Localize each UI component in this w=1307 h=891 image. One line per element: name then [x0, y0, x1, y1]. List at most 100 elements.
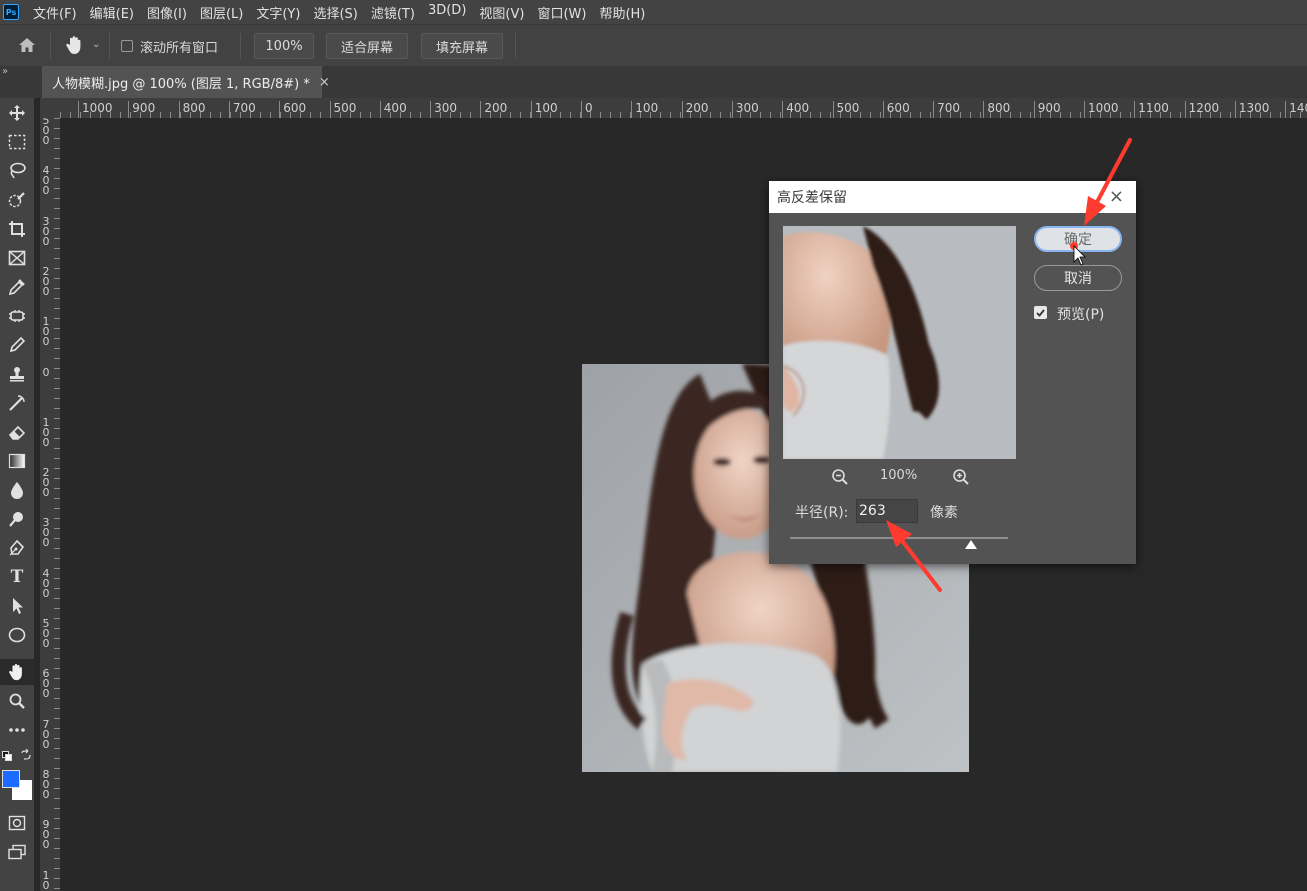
dialog-title: 高反差保留 [777, 190, 847, 206]
menu-item[interactable]: 选择(S) [313, 3, 357, 22]
gradient-tool-icon[interactable] [0, 448, 34, 474]
lasso-tool-icon[interactable] [0, 158, 34, 184]
options-divider [515, 33, 516, 59]
cancel-button[interactable]: 取消 [1034, 265, 1122, 291]
document-tab-title: 人物模糊.jpg @ 100% (图层 1, RGB/8#) * [52, 76, 310, 92]
ruler-tick-digit: 0 [42, 134, 50, 147]
ruler-tick-label: 700 [228, 101, 256, 118]
ruler-tick-label: 600 [882, 101, 910, 118]
radius-unit-label: 像素 [930, 505, 958, 521]
dodge-tool-icon[interactable] [0, 506, 34, 532]
pen-tool-icon[interactable] [0, 535, 34, 561]
ruler-tick-label: 100 [41, 417, 51, 448]
ruler-tick-label: 400 [782, 101, 809, 118]
menu-item[interactable]: 3D(D) [428, 3, 466, 22]
options-bar: ⌄ 滚动所有窗口 100% 适合屏幕 填充屏幕 [0, 24, 1307, 66]
move-tool-icon[interactable] [0, 100, 34, 126]
options-divider [50, 33, 51, 59]
high-pass-dialog: 高反差保留 × 100% 半径(R): 像素 确定 [769, 181, 1136, 564]
fill-screen-button[interactable]: 填充屏幕 [421, 33, 503, 59]
quick-mask-icon[interactable] [0, 810, 34, 836]
vertical-ruler[interactable]: 5004003002001000100200300400500600700800… [40, 118, 60, 891]
menu-item[interactable]: 文件(F) [33, 3, 77, 22]
tool-preset-chevron-down-icon[interactable]: ⌄ [92, 39, 100, 50]
history-brush-tool-icon[interactable] [0, 390, 34, 416]
ruler-tick-label: 1000 [78, 101, 113, 118]
menu-item[interactable]: 图像(I) [147, 3, 187, 22]
crop-tool-icon[interactable] [0, 216, 34, 242]
ruler-tick-label: 0 [581, 101, 593, 118]
menu-item[interactable]: 文字(Y) [256, 3, 300, 22]
radius-slider-thumb[interactable] [965, 540, 977, 549]
ruler-tick-digit: 0 [42, 687, 50, 701]
filter-preview-image[interactable] [783, 226, 1016, 459]
ruler-tick-label: 1000 [1084, 101, 1119, 118]
menu-item[interactable]: 图层(L) [200, 3, 243, 22]
fit-screen-button[interactable]: 适合屏幕 [326, 33, 408, 59]
ruler-tick-label: 400 [41, 568, 51, 600]
dialog-title-bar[interactable]: 高反差保留 × [769, 181, 1136, 213]
foreground-color-swatch[interactable] [2, 770, 20, 788]
screen-mode-icon[interactable] [0, 839, 34, 865]
photoshop-logo-icon: Ps [3, 4, 19, 20]
ruler-tick-label: 500 [329, 101, 356, 118]
clone-stamp-tool-icon[interactable] [0, 361, 34, 387]
healing-brush-tool-icon[interactable] [0, 303, 34, 329]
menu-item[interactable]: 视图(V) [479, 3, 524, 22]
home-icon[interactable] [18, 37, 36, 56]
type-tool-icon[interactable]: T [0, 564, 34, 590]
zoom-out-icon[interactable] [831, 468, 849, 489]
tab-close-icon[interactable]: × [319, 75, 330, 90]
hand-tool-icon[interactable] [0, 659, 34, 685]
path-select-tool-icon[interactable] [0, 593, 34, 619]
scroll-all-windows-checkbox[interactable] [121, 40, 133, 52]
ruler-tick-label: 1100 [1134, 101, 1169, 118]
quick-select-tool-icon[interactable] [0, 187, 34, 213]
ruler-tick-label: 100 [41, 316, 51, 349]
ruler-tick-label: 100 [530, 101, 558, 118]
zoom-tool-icon[interactable] [0, 688, 34, 714]
panel-collapse-icon[interactable]: » [2, 66, 8, 77]
ruler-tick-digit: 0 [42, 586, 50, 600]
ruler-tick-label: 800 [983, 101, 1010, 118]
ruler-tick-label: 10 [41, 870, 51, 891]
marquee-tool-icon[interactable] [0, 129, 34, 155]
ruler-tick-label: 500 [41, 118, 51, 146]
frame-tool-icon[interactable] [0, 245, 34, 271]
type-tool-glyph: T [10, 567, 24, 587]
menu-items: 文件(F) 编辑(E) 图像(I) 图层(L) 文字(Y) 选择(S) 滤镜(T) 3D(D)… [33, 3, 658, 22]
ok-button[interactable]: 确定 [1034, 226, 1122, 252]
radius-input[interactable] [856, 499, 918, 523]
menu-item[interactable]: 编辑(E) [90, 3, 134, 22]
menu-item[interactable]: 帮助(H) [599, 3, 645, 22]
hand-preset-icon[interactable] [64, 34, 86, 59]
ruler-tick-digit: 0 [42, 335, 50, 349]
eyedropper-tool-icon[interactable] [0, 274, 34, 300]
menu-item[interactable]: 窗口(W) [537, 3, 586, 22]
ruler-tick-label: 400 [41, 165, 51, 196]
zoom-100-button[interactable]: 100% [254, 33, 314, 59]
ruler-tick-label: 700 [933, 101, 960, 118]
radius-slider-track[interactable] [790, 537, 1008, 539]
ruler-tick-digit: 0 [42, 284, 50, 298]
preview-checkbox[interactable] [1034, 306, 1047, 319]
menu-item[interactable]: 滤镜(T) [371, 3, 415, 22]
document-tab[interactable]: 人物模糊.jpg @ 100% (图层 1, RGB/8#) * × [42, 66, 330, 98]
ruler-tick-label: 140 [1285, 101, 1307, 118]
ruler-origin[interactable] [40, 98, 60, 118]
ruler-tick-label: 700 [41, 719, 51, 750]
swap-colors-icon[interactable] [20, 748, 32, 764]
scroll-all-windows-label: 滚动所有窗口 [140, 41, 219, 56]
ruler-tick-digit: 0 [42, 878, 50, 891]
ruler-tick-label: 900 [1033, 101, 1061, 118]
more-tools-icon[interactable] [0, 717, 34, 743]
eraser-tool-icon[interactable] [0, 419, 34, 445]
dialog-close-icon[interactable]: × [1109, 186, 1124, 207]
blur-tool-icon[interactable] [0, 477, 34, 503]
horizontal-ruler[interactable]: 1000 900 800 700 600 500 400 300 200 100 0 100 200 30… [60, 98, 1307, 118]
ruler-tick-label: 200 [480, 101, 507, 118]
ellipse-tool-icon[interactable] [0, 622, 34, 648]
brush-tool-icon[interactable] [0, 332, 34, 358]
default-colors-icon[interactable] [2, 750, 12, 764]
zoom-in-icon[interactable] [952, 468, 970, 489]
